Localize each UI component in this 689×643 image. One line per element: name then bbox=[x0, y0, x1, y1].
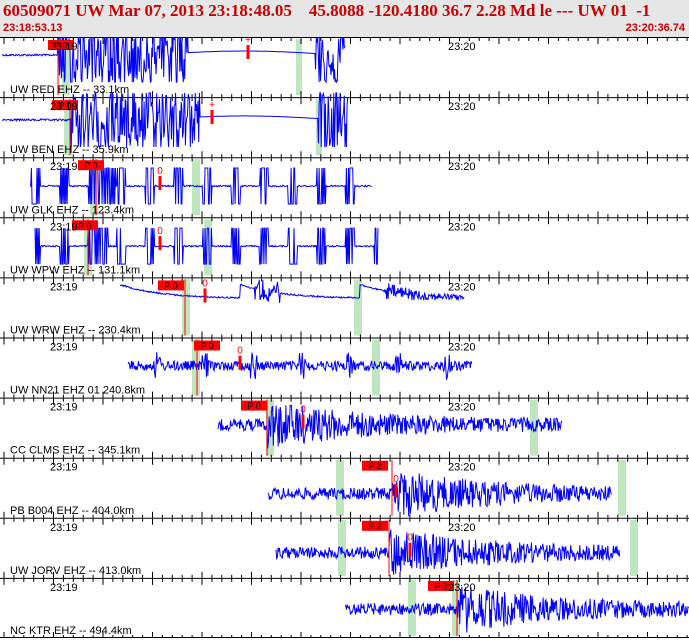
gap-band bbox=[336, 459, 344, 516]
s-pick-label: 0 bbox=[300, 405, 306, 416]
s-pick-marker[interactable] bbox=[408, 542, 412, 557]
channel-label: UW JORV EHZ -- 413.0km bbox=[10, 565, 141, 577]
start-time: 23:18:53.13 bbox=[3, 22, 63, 34]
gap-band bbox=[192, 159, 200, 216]
s-pick-marker[interactable] bbox=[158, 176, 162, 191]
channel-panel[interactable]: P 0 +23:19 23:20UW RED EHZ -- 33.1km bbox=[0, 27, 689, 98]
channel-label: UW BEN EHZ -- 35.9km bbox=[10, 144, 129, 156]
minute-label: 23:20 bbox=[448, 402, 476, 414]
minute-label: 23:20 bbox=[448, 582, 476, 594]
channel-label: UW NN21 EHZ 01 240.8km bbox=[10, 385, 145, 397]
waveform-trace bbox=[344, 586, 689, 633]
s-pick-label: 0 bbox=[202, 278, 208, 289]
gap-band bbox=[630, 519, 638, 576]
p-pick-label: P 2 bbox=[368, 461, 381, 471]
channel-label: UW GLK EHZ -- 123.4km bbox=[10, 204, 134, 216]
waveform-trace bbox=[127, 352, 473, 381]
s-pick-label: + bbox=[245, 37, 251, 46]
p-pick-label: P 0 bbox=[78, 221, 91, 231]
minute-label: 23:20 bbox=[448, 221, 476, 233]
gap-band bbox=[296, 39, 302, 96]
p-pick-label: P 0 bbox=[164, 281, 177, 291]
s-pick-marker[interactable] bbox=[158, 236, 162, 251]
end-time: 23:20:36.74 bbox=[625, 22, 685, 34]
minute-label: 23:20 bbox=[448, 41, 476, 53]
p-pick-label: P 2 bbox=[368, 521, 381, 531]
channel-panel[interactable]: P 0 0 23:19 23:20 UW NN21 EHZ 01 240.8km bbox=[0, 337, 689, 398]
minute-label: 23:20 bbox=[448, 462, 476, 474]
p-pick-label: P 0 bbox=[247, 401, 260, 411]
minute-label: 23:20 bbox=[448, 101, 476, 113]
channel-panel[interactable]: P 2 23:19 23:20 NC KTR EHZ -- 494.4km bbox=[0, 577, 689, 638]
minute-label: 23:19 bbox=[50, 41, 78, 53]
minute-label: 23:20 bbox=[448, 342, 476, 354]
channel-panel[interactable]: P 2 0 23:19 23:20 UW JORV EHZ -- 413.0km bbox=[0, 517, 689, 578]
s-pick-marker[interactable] bbox=[203, 288, 207, 303]
minute-label: 23:19 bbox=[50, 342, 78, 354]
p-pick-label: P 0 bbox=[200, 341, 213, 351]
channel-label: UW WPW EHZ -- 131.1km bbox=[10, 264, 140, 276]
channel-label: UW WRW EHZ -- 230.4km bbox=[10, 325, 141, 337]
minute-label: 23:19 bbox=[50, 161, 78, 173]
s-pick-marker[interactable] bbox=[301, 414, 305, 429]
channel-panel[interactable]: P 0 0 23:19 23:20 UW GLK EHZ -- 123.4km bbox=[0, 157, 689, 218]
channel-panel[interactable]: P 2 0 23:19 23:20 PB B004 EHZ -- 404.0km bbox=[0, 457, 689, 518]
channel-label: NC KTR EHZ -- 494.4km bbox=[10, 625, 132, 637]
s-pick-marker[interactable] bbox=[210, 109, 214, 124]
waveform-chart[interactable]: P 0 +23:19 23:20UW RED EHZ -- 33.1kmP 0 +23… bbox=[0, 27, 689, 638]
waveform-trace bbox=[275, 529, 621, 575]
minute-label: 23:19 bbox=[50, 462, 78, 474]
s-pick-label: 0 bbox=[157, 226, 163, 237]
p-pick-label: P 0 bbox=[84, 161, 97, 171]
minute-label: 23:20 bbox=[448, 161, 476, 173]
channel-panel[interactable]: P 0 0 23:19 23:20 UW WRW EHZ -- 230.4km bbox=[0, 277, 689, 338]
s-pick-label: 0 bbox=[407, 533, 413, 544]
minute-label: 23:19 bbox=[50, 582, 78, 594]
gap-band bbox=[354, 279, 362, 336]
header-bar: 60509071 UW Mar 07, 2013 23:18:48.05 45.… bbox=[0, 0, 689, 37]
s-pick-marker[interactable] bbox=[246, 45, 250, 60]
s-pick-marker[interactable] bbox=[238, 355, 242, 370]
minute-label: 23:19 bbox=[50, 522, 78, 534]
channel-panel[interactable]: P 0 0 23:19 23:20 CC CLMS EHZ -- 345.1km bbox=[0, 397, 689, 458]
minute-label: 23:19 bbox=[50, 221, 78, 233]
s-pick-label: + bbox=[209, 100, 215, 111]
minute-label: 23:20 bbox=[448, 281, 476, 293]
s-pick-label: 0 bbox=[393, 474, 399, 485]
minute-label: 23:19 bbox=[50, 281, 78, 293]
event-title: 60509071 UW Mar 07, 2013 23:18:48.05 45.… bbox=[3, 1, 651, 20]
channel-label: CC CLMS EHZ -- 345.1km bbox=[10, 445, 140, 457]
minute-label: 23:19 bbox=[50, 402, 78, 414]
waveform-panels[interactable]: P 0 +23:19 23:20 UW RED EHZ -- 33.1km P 0 +23… bbox=[0, 27, 689, 638]
waveform-trace bbox=[29, 167, 372, 205]
channel-label: PB B004 EHZ -- 404.0km bbox=[10, 505, 134, 517]
channel-panel[interactable]: P 0 0 23:19 23:20 UW WPW EHZ -- 131.1km bbox=[0, 217, 689, 278]
s-pick-label: 0 bbox=[237, 346, 243, 357]
waveform-trace bbox=[267, 473, 613, 517]
s-pick-label: 0 bbox=[157, 166, 163, 177]
p-pick-label: P 2 bbox=[434, 581, 447, 591]
s-pick-marker[interactable] bbox=[394, 483, 398, 498]
gap-band bbox=[618, 459, 626, 516]
minute-label: 23:20 bbox=[448, 522, 476, 534]
minute-label: 23:19 bbox=[50, 101, 78, 113]
channel-panel[interactable]: P 0 +23:19 23:20UW BEN EHZ -- 35.9km bbox=[0, 90, 689, 158]
